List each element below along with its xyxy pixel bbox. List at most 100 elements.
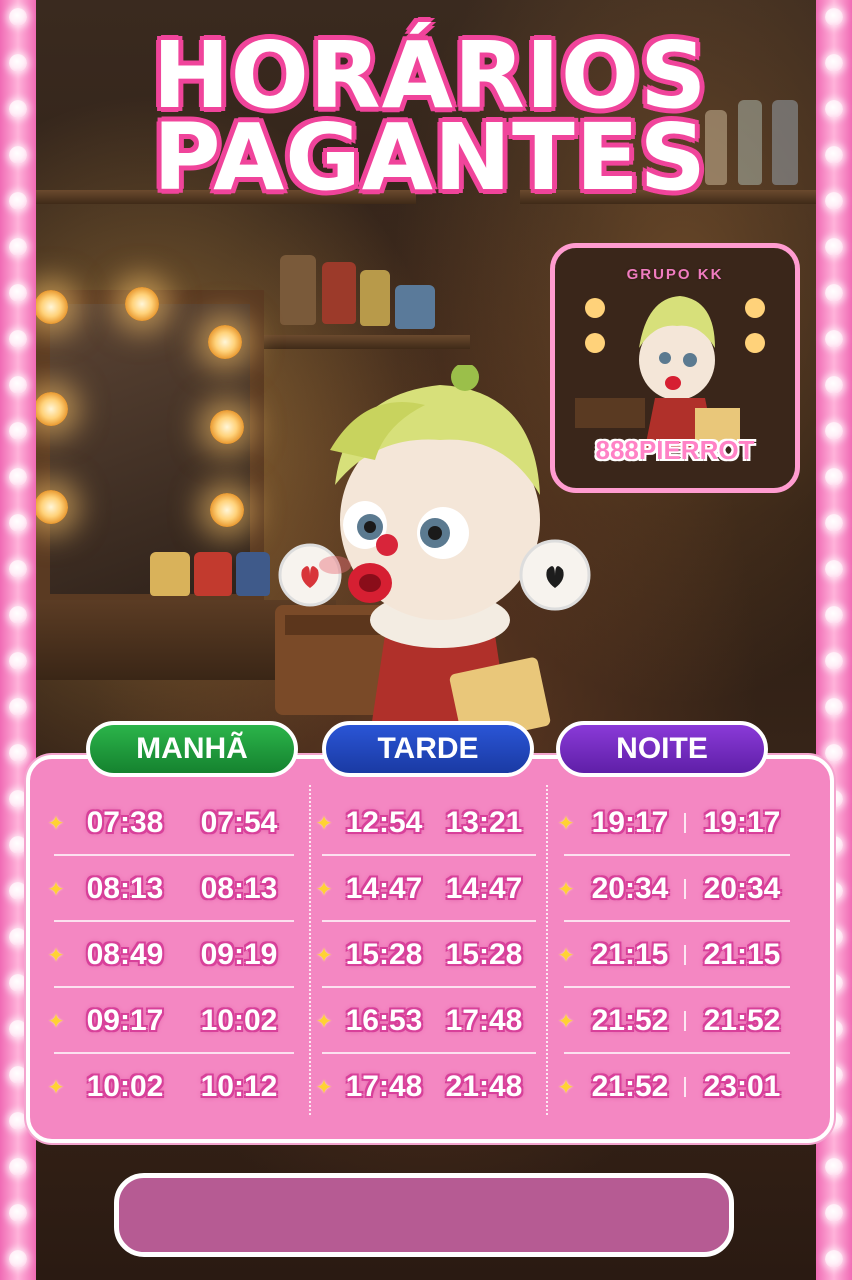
marquee-bulb [9,192,27,210]
marquee-bulb [9,1066,27,1084]
marquee-bulb [825,1204,843,1222]
sparkle-star-icon: ✦ [315,1009,333,1033]
paint-jar [280,255,316,325]
schedule-row: ✦ 08:13 08:13 [42,856,300,922]
sparkle-star-icon: ✦ [47,1009,65,1033]
sparkle-star-icon: ✦ [557,943,575,967]
sparkle-star-icon: ✦ [315,1075,333,1099]
sparkle-star-icon: ✦ [557,877,575,901]
time-value: 07:54 [200,806,278,839]
mirror-light [208,325,242,359]
time-value: 10:12 [200,1070,278,1103]
brand-logo-card: GRUPO KK 888PIERROT [550,243,800,493]
time-value: 21:52 [703,1004,781,1037]
marquee-bulb [825,744,843,762]
marquee-bulb [825,698,843,716]
time-value: 10:02 [200,1004,278,1037]
time-value: 15:28 [345,938,423,971]
marquee-bulb [9,974,27,992]
row-divider [684,945,686,965]
mirror-light [34,392,68,426]
time-value: 09:17 [86,1004,164,1037]
marquee-bulb [825,8,843,26]
wall-shelf [260,335,470,349]
time-value: 10:02 [86,1070,164,1103]
marquee-bulb [9,284,27,302]
marquee-bulb [9,1112,27,1130]
time-value: 21:52 [591,1070,669,1103]
marquee-bulb [9,54,27,72]
marquee-bulb [825,652,843,670]
marquee-bulb [825,284,843,302]
schedule-row: ✦ 07:38 07:54 [42,790,300,856]
marquee-bulb [9,698,27,716]
marquee-bulb [9,1250,27,1268]
sparkle-star-icon: ✦ [315,811,333,835]
time-value: 19:17 [703,806,781,839]
sparkle-star-icon: ✦ [315,877,333,901]
marquee-bulb [9,790,27,808]
sparkle-star-icon: ✦ [557,811,575,835]
time-value: 08:13 [86,872,164,905]
tab-manha: MANHÃ [86,721,298,777]
row-divider [684,813,686,833]
logo-group-name: GRUPO KK [626,266,724,283]
time-value: 17:48 [445,1004,523,1037]
sparkle-star-icon: ✦ [47,1075,65,1099]
logo-brand-name: 888PIERROT [595,435,755,465]
schedule-row: ✦ 12:54 13:21 [310,790,542,856]
paint-jar [236,552,270,596]
marquee-bulb [9,8,27,26]
marquee-bulb [9,238,27,256]
marquee-bulb [825,192,843,210]
brush-cup [395,285,435,329]
schedule-row: ✦ 21:52 23:01 [552,1054,796,1120]
schedule-row: ✦ 09:17 10:02 [42,988,300,1054]
marquee-bulb [9,376,27,394]
marquee-bulb [825,1250,843,1268]
time-value: 15:28 [445,938,523,971]
poster-title-line2: PAGANTES [153,104,707,211]
mirror-light [34,290,68,324]
time-value: 21:48 [445,1070,523,1103]
schedule-row: ✦ 21:15 21:15 [552,922,796,988]
sparkle-star-icon: ✦ [47,877,65,901]
paint-jar [194,552,232,596]
mirror-light [34,490,68,524]
schedule-column-manha: ✦ 07:38 07:54 ✦ 08:13 08:13 ✦ 08:49 09:19 ✦ 09:… [42,790,300,1120]
marquee-bulb [9,514,27,532]
tab-noite: NOITE [556,721,768,777]
schedule-row: ✦ 20:34 20:34 [552,856,796,922]
time-value: 14:47 [445,872,523,905]
time-value: 12:54 [345,806,423,839]
time-value: 21:15 [703,938,781,971]
row-divider [684,1077,686,1097]
column-divider [546,785,548,1115]
time-value: 19:17 [591,806,669,839]
marquee-bulb [9,882,27,900]
marquee-bulb [9,1204,27,1222]
row-divider [684,879,686,899]
time-value: 14:47 [345,872,423,905]
paint-jar [322,262,356,324]
time-value: 20:34 [591,872,669,905]
time-value: 09:19 [200,938,278,971]
marquee-bulb [9,928,27,946]
marquee-bulb [825,514,843,532]
tab-tarde: TARDE [322,721,534,777]
mirror-light [210,493,244,527]
time-value: 17:48 [345,1070,423,1103]
marquee-bulb [825,330,843,348]
marquee-bulb [9,606,27,624]
schedule-column-noite: ✦ 19:17 19:17 ✦ 20:34 20:34 ✦ 21:15 21:15 ✦ 21:… [552,790,796,1120]
paint-jar [360,270,390,326]
time-value: 21:15 [591,938,669,971]
marquee-bulb [825,422,843,440]
sparkle-star-icon: ✦ [47,943,65,967]
marquee-bulb [825,54,843,72]
sparkle-star-icon: ✦ [47,811,65,835]
time-value: 08:13 [200,872,278,905]
sparkle-star-icon: ✦ [315,943,333,967]
schedule-row: ✦ 08:49 09:19 [42,922,300,988]
mirror-light [125,287,159,321]
